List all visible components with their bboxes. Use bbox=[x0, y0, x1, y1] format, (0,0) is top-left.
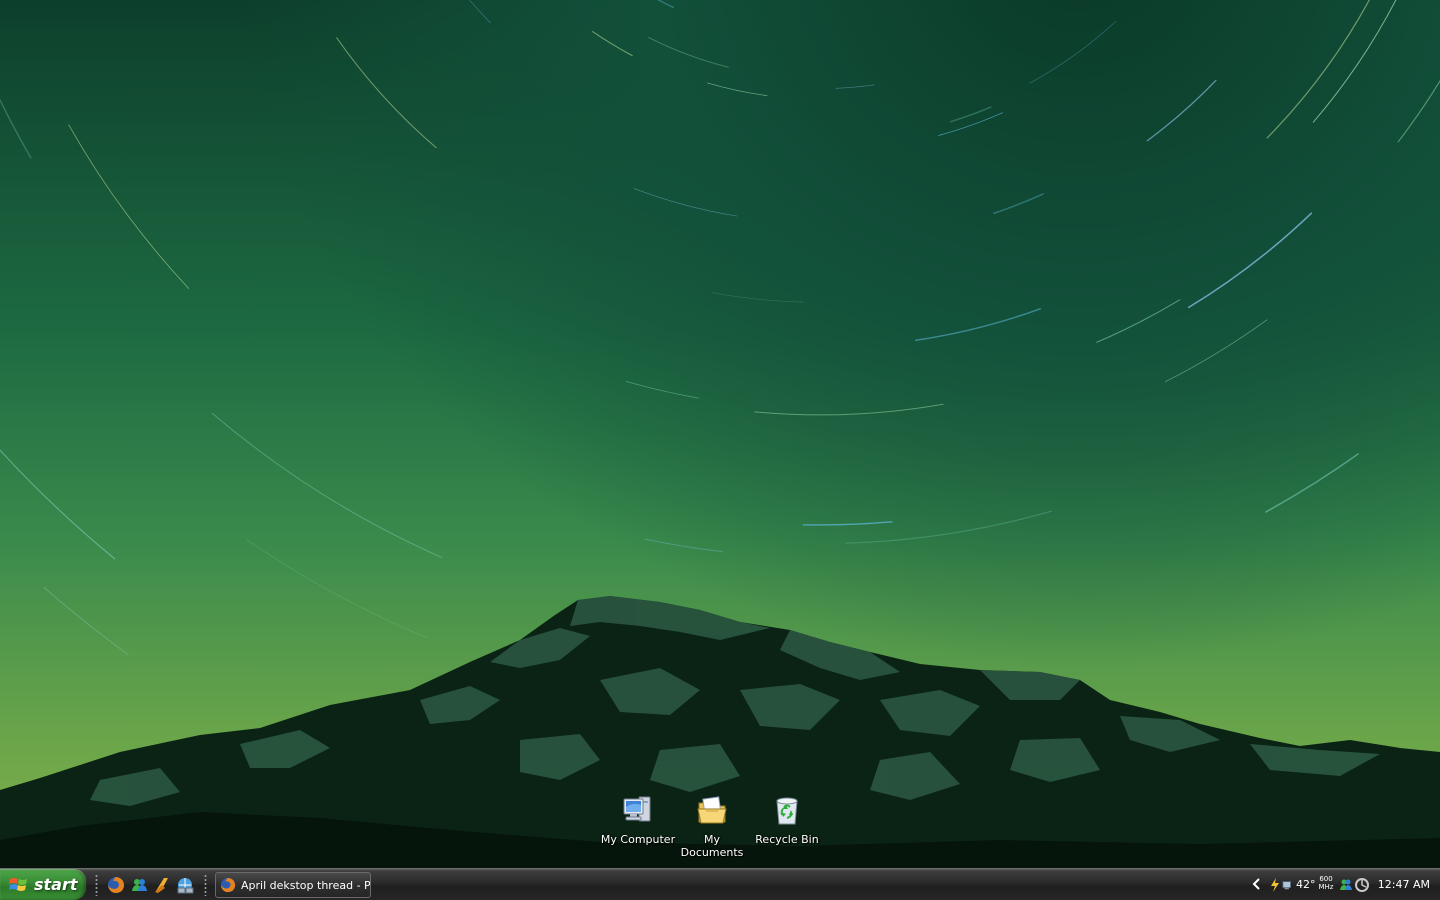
messenger-icon[interactable] bbox=[130, 876, 148, 894]
clock[interactable]: 12:47 AM bbox=[1378, 878, 1430, 891]
updates-icon[interactable] bbox=[1355, 878, 1369, 892]
star-trail bbox=[592, 31, 633, 57]
network-status-icon[interactable] bbox=[1282, 878, 1294, 892]
start-label: start bbox=[34, 875, 78, 894]
desktop-icon-my-documents[interactable]: My Documents bbox=[674, 793, 750, 859]
wallpaper bbox=[0, 0, 1440, 868]
star-trail bbox=[835, 84, 875, 89]
cpu-temperature[interactable]: 42° bbox=[1296, 878, 1316, 891]
desktop[interactable]: My Computer My Documents Recycle Bin bbox=[0, 0, 1440, 868]
star-trail bbox=[845, 510, 1053, 544]
my-documents-icon bbox=[697, 796, 727, 824]
taskbar-window-label: April dekstop thread - P… bbox=[241, 878, 370, 892]
quick-launch-grip[interactable] bbox=[95, 874, 98, 896]
star-trail bbox=[1312, 0, 1397, 123]
star-trail bbox=[754, 403, 944, 416]
desktop-icon-recycle-bin[interactable]: Recycle Bin bbox=[749, 793, 825, 846]
star-trail bbox=[336, 37, 437, 149]
taskbar-grip[interactable] bbox=[204, 874, 207, 896]
system-tray: 42° 600 MHz 12:47 AM bbox=[1244, 869, 1440, 900]
star-trail bbox=[68, 124, 190, 289]
power-icon[interactable] bbox=[1268, 878, 1282, 892]
desktop-icon-label: My Computer bbox=[600, 833, 676, 846]
star-trail bbox=[633, 188, 738, 217]
cpu-speed-value: 600 bbox=[1319, 875, 1333, 883]
taskbar-window-button[interactable]: April dekstop thread - P… bbox=[215, 872, 371, 898]
star-trail bbox=[1187, 212, 1313, 309]
star-trail bbox=[707, 82, 768, 96]
cpu-speed-unit: MHz bbox=[1318, 883, 1334, 891]
recycle-bin-icon bbox=[776, 797, 798, 825]
star-trail bbox=[1265, 453, 1359, 513]
star-trail bbox=[43, 586, 129, 655]
desktop-icon-label: Recycle Bin bbox=[755, 833, 819, 846]
star-trail bbox=[648, 36, 729, 68]
taskbar: start April dekstop thread - P… 42° 600 … bbox=[0, 868, 1440, 900]
star-trail bbox=[711, 292, 804, 303]
star-trail bbox=[993, 193, 1044, 215]
star-trail bbox=[802, 521, 893, 526]
star-trail bbox=[211, 412, 443, 558]
star-trail bbox=[914, 308, 1042, 342]
star-trail bbox=[1165, 319, 1268, 383]
star-trail bbox=[246, 539, 428, 639]
start-button[interactable]: start bbox=[0, 869, 86, 900]
my-computer-icon bbox=[623, 796, 651, 822]
star-trail bbox=[1397, 79, 1440, 143]
winamp-icon[interactable] bbox=[153, 876, 171, 894]
star-trail bbox=[1146, 79, 1217, 142]
firefox-icon[interactable] bbox=[107, 876, 125, 894]
desktop-icon-label: My Documents bbox=[680, 833, 744, 859]
windows-logo-icon bbox=[9, 877, 27, 891]
star-trail bbox=[469, 0, 491, 24]
show-hidden-icons-chevron[interactable] bbox=[1250, 877, 1264, 891]
star-trail bbox=[625, 381, 700, 399]
cpu-speed[interactable]: 600 MHz bbox=[1315, 875, 1337, 891]
star-trail bbox=[1096, 299, 1181, 343]
network-icon[interactable] bbox=[176, 876, 194, 894]
star-trail bbox=[0, 98, 32, 159]
star-trail bbox=[644, 538, 723, 553]
star-trail bbox=[949, 106, 992, 123]
messenger-tray-icon[interactable] bbox=[1339, 878, 1353, 892]
firefox-icon bbox=[220, 877, 236, 893]
star-trail bbox=[938, 112, 1003, 136]
star-trail bbox=[657, 0, 674, 9]
desktop-icon-my-computer[interactable]: My Computer bbox=[600, 793, 676, 846]
star-trail bbox=[0, 449, 116, 560]
star-trail bbox=[1029, 20, 1117, 84]
